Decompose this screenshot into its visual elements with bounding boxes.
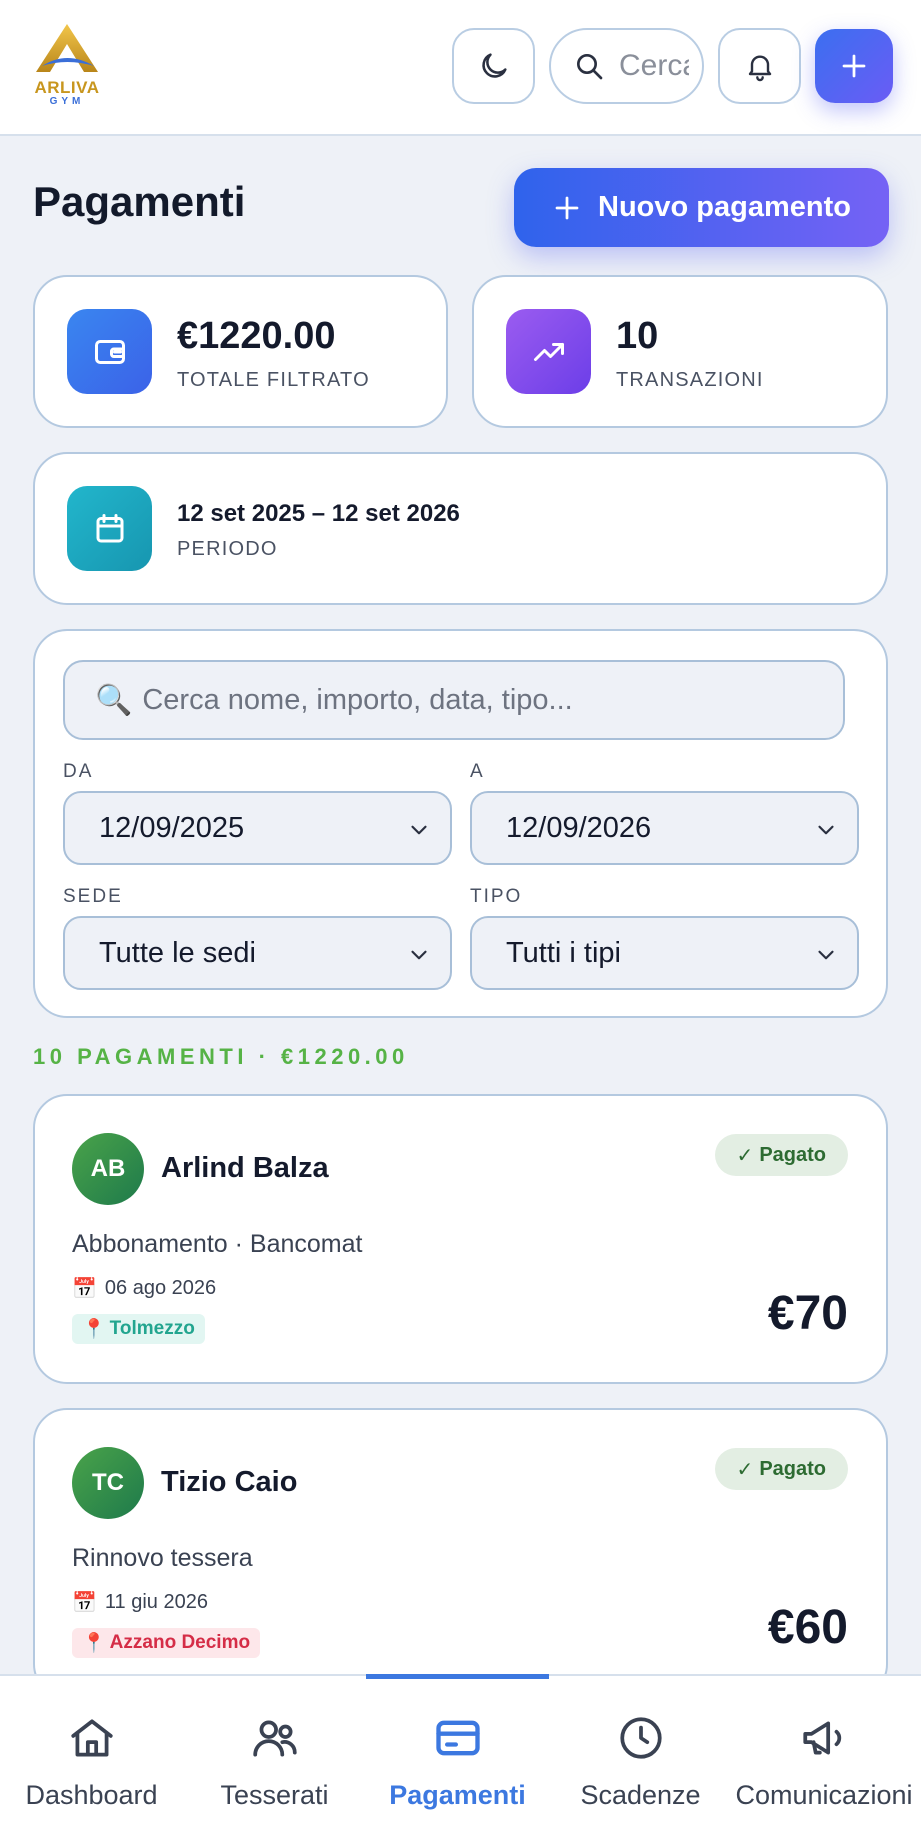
clock-icon (616, 1712, 666, 1764)
payment-name: Tizio Caio (161, 1466, 298, 1498)
bell-icon (748, 55, 771, 82)
nav-label: Scadenze (580, 1780, 701, 1810)
filters-panel: 🔍 Cerca nome, importo, data, tipo... DA … (33, 629, 888, 1018)
brand-logo[interactable]: ARLIVA GYM (28, 22, 106, 108)
search-icon (577, 54, 603, 80)
logo-mark-icon (36, 24, 98, 72)
filter-search-field[interactable]: 🔍 Cerca nome, importo, data, tipo... (63, 660, 845, 740)
total-value: €1220.00 (177, 315, 336, 357)
moon-icon (481, 53, 507, 78)
top-bar: ARLIVA GYM (0, 0, 921, 136)
chevron-down-icon (818, 950, 834, 960)
plus-icon (555, 196, 579, 219)
location-text: Tolmezzo (109, 1318, 195, 1339)
credit-card-icon (432, 1712, 484, 1764)
to-date-value: 12/09/2026 (506, 811, 652, 844)
notifications-button[interactable] (718, 28, 801, 104)
home-icon (67, 1712, 117, 1764)
nav-item-tesserati[interactable]: Tesserati (183, 1676, 366, 1828)
magnifier-icon: 🔍 (95, 683, 133, 717)
status-badge: ✓ Pagato (714, 1134, 848, 1176)
nav-item-pagamenti[interactable]: Pagamenti (366, 1676, 549, 1828)
payment-amount: €70 (767, 1287, 848, 1340)
trending-up-icon (506, 309, 591, 394)
users-icon (250, 1712, 300, 1764)
payment-card[interactable]: TC Tizio Caio ✓ Pagato Rinnovo tessera 📅… (33, 1408, 888, 1698)
nav-item-dashboard[interactable]: Dashboard (0, 1676, 183, 1828)
new-payment-button[interactable]: Nuovo pagamento (514, 168, 889, 247)
transactions-label: TRANSAZIONI (616, 369, 764, 391)
new-payment-label: Nuovo pagamento (598, 191, 851, 223)
stat-card-total: €1220.00 TOTALE FILTRATO (33, 275, 448, 428)
plus-icon (842, 54, 866, 78)
calendar-icon: 📅 (72, 1592, 97, 1614)
period-label: PERIODO (177, 538, 278, 560)
status-badge: ✓ Pagato (714, 1448, 848, 1490)
avatar: TC (72, 1447, 144, 1519)
stat-card-transactions: 10 TRANSAZIONI (472, 275, 888, 428)
nav-label: Comunicazioni (735, 1780, 913, 1810)
period-value: 12 set 2025 – 12 set 2026 (177, 500, 460, 527)
payment-description: Abbonamento · Bancomat (72, 1230, 363, 1258)
to-label: A (470, 761, 485, 782)
payment-date-text: 11 giu 2026 (104, 1591, 208, 1613)
wallet-icon (67, 309, 152, 394)
location-text: Azzano Decimo (109, 1632, 251, 1653)
avatar: AB (72, 1133, 144, 1205)
calendar-icon: 📅 (72, 1278, 97, 1300)
site-value: Tutte le sedi (99, 936, 256, 969)
payments-summary: 10 PAGAMENTI · €1220.00 (33, 1044, 409, 1069)
from-label: DA (63, 761, 94, 782)
payment-date: 📅 06 ago 2026 (72, 1276, 216, 1301)
payment-amount: €60 (767, 1601, 848, 1654)
payment-card[interactable]: AB Arlind Balza ✓ Pagato Abbonamento · B… (33, 1094, 888, 1384)
chevron-down-icon (411, 825, 427, 835)
megaphone-icon (799, 1712, 849, 1764)
payment-name: Arlind Balza (161, 1152, 329, 1184)
page-title: Pagamenti (33, 178, 246, 225)
nav-label: Tesserati (220, 1780, 329, 1810)
payment-description: Rinnovo tessera (72, 1544, 253, 1572)
location-tag: 📍 Azzano Decimo (72, 1628, 261, 1658)
type-label: TIPO (470, 886, 523, 907)
nav-item-comunicazioni[interactable]: Comunicazioni (727, 1676, 921, 1828)
brand-name: ARLIVA (34, 78, 100, 97)
chevron-down-icon (818, 825, 834, 835)
type-value: Tutti i tipi (506, 936, 621, 969)
header-search[interactable] (549, 28, 704, 104)
location-tag: 📍 Tolmezzo (72, 1314, 205, 1344)
site-select[interactable]: Tutte le sedi (63, 916, 452, 990)
status-text: Pagato (759, 1457, 826, 1480)
check-icon: ✓ (736, 1458, 754, 1481)
pin-icon: 📍 (82, 1633, 106, 1654)
nav-label: Pagamenti (389, 1780, 526, 1810)
payment-date-text: 06 ago 2026 (104, 1277, 217, 1299)
to-date-select[interactable]: 12/09/2026 (470, 791, 859, 865)
filter-search-placeholder: Cerca nome, importo, data, tipo... (142, 683, 573, 716)
brand-sub: GYM (49, 96, 85, 107)
dark-mode-button[interactable] (452, 28, 535, 104)
nav-item-scadenze[interactable]: Scadenze (549, 1676, 732, 1828)
site-label: SEDE (63, 886, 123, 907)
bottom-nav: Dashboard Tesserati Pagamenti Scadenze C… (0, 1674, 921, 1828)
type-select[interactable]: Tutti i tipi (470, 916, 859, 990)
check-icon: ✓ (736, 1144, 754, 1167)
payment-date: 📅 11 giu 2026 (72, 1590, 208, 1615)
pin-icon: 📍 (82, 1319, 106, 1340)
chevron-down-icon (411, 950, 427, 960)
nav-label: Dashboard (25, 1780, 158, 1810)
status-text: Pagato (759, 1143, 826, 1166)
quick-add-button[interactable] (815, 29, 893, 103)
calendar-icon (67, 486, 152, 571)
header-search-input[interactable] (619, 49, 689, 83)
from-date-value: 12/09/2025 (99, 811, 245, 844)
total-label: TOTALE FILTRATO (177, 369, 370, 391)
transactions-value: 10 (616, 315, 659, 357)
stat-card-period: 12 set 2025 – 12 set 2026 PERIODO (33, 452, 888, 605)
from-date-select[interactable]: 12/09/2025 (63, 791, 452, 865)
